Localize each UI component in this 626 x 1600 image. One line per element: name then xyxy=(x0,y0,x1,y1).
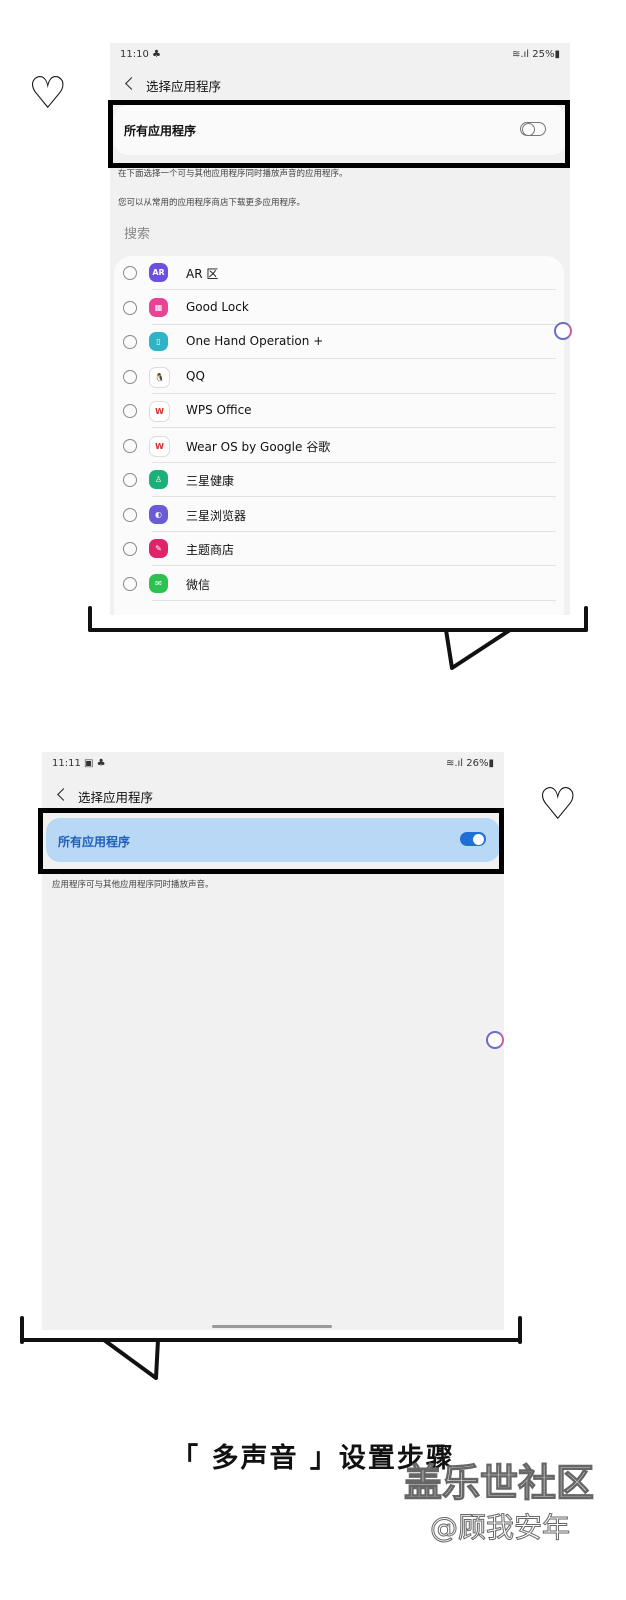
app-list-item[interactable]: ✎ 主题商店 xyxy=(114,532,564,566)
radio-button[interactable] xyxy=(123,438,137,453)
app-list-item[interactable]: 🐧 QQ xyxy=(114,360,564,394)
floating-assistant-icon[interactable] xyxy=(554,322,572,340)
app-list-item[interactable]: ♙ 三星健康 xyxy=(114,463,564,497)
app-name: Good Lock xyxy=(186,299,249,314)
app-name: 主题商店 xyxy=(186,543,235,557)
description-text: 在下面选择一个可与其他应用程序同时播放声音的应用程序。 xyxy=(118,169,348,179)
qq-penguin-icon: 🐧 xyxy=(149,366,170,388)
status-time: 11:10 ♣ xyxy=(120,49,161,60)
radio-button[interactable] xyxy=(123,404,137,418)
wechat-icon: ✉ xyxy=(149,573,168,593)
radio-button[interactable] xyxy=(123,369,137,384)
page-title: 选择应用程序 xyxy=(78,790,154,805)
samsung-internet-icon: ◐ xyxy=(149,504,168,524)
app-name: 三星浏览器 xyxy=(186,508,247,523)
description-text: 应用程序可与其他应用程序同时播放声音。 xyxy=(52,880,214,890)
bracket-doodle xyxy=(22,1338,522,1342)
app-list-item[interactable]: ▦ Good Lock xyxy=(114,291,564,325)
highlight-frame xyxy=(38,808,504,874)
app-list-item[interactable]: AR AR 区 xyxy=(114,256,564,290)
app-name: AR 区 xyxy=(186,267,219,281)
one-hand-operation-icon: ▯ xyxy=(149,332,168,351)
app-list-item[interactable]: ◐ 三星浏览器 xyxy=(114,498,564,532)
radio-button[interactable] xyxy=(123,576,137,591)
status-time: 11:11 ▣ ♣ xyxy=(52,758,106,769)
watermark-author: @顾我安年 xyxy=(429,1511,571,1545)
speech-tail-doodle xyxy=(102,1338,160,1380)
ar-zone-icon: AR xyxy=(149,263,168,282)
theme-store-icon: ✎ xyxy=(149,539,168,558)
status-bar: 11:10 ♣ ≋.ıl 25%▮ xyxy=(120,49,560,63)
app-name: 微信 xyxy=(186,577,211,592)
app-list-item[interactable]: W Wear OS by Google 谷歌 xyxy=(114,429,564,463)
search-input[interactable]: 搜索 xyxy=(124,223,150,242)
good-lock-icon: ▦ xyxy=(149,297,168,317)
app-list-item[interactable]: ✉ 微信 xyxy=(114,567,564,601)
app-list-item[interactable]: ▯ One Hand Operation + xyxy=(114,325,564,359)
app-list: AR AR 区 ▦ Good Lock ▯ One Hand Operation + 🐧 QQ… xyxy=(114,256,564,615)
radio-button[interactable] xyxy=(123,507,137,522)
watermark-brand: 盖乐世社区 xyxy=(403,1460,595,1505)
divider xyxy=(152,599,556,601)
bracket-doodle xyxy=(88,606,92,632)
radio-button[interactable] xyxy=(123,335,137,349)
radio-button[interactable] xyxy=(123,542,137,556)
app-name: Wear OS by Google 谷歌 xyxy=(186,439,331,454)
radio-button[interactable] xyxy=(123,266,137,280)
home-indicator xyxy=(212,1325,332,1328)
app-list-item[interactable]: W WPS Office xyxy=(114,394,564,428)
bracket-doodle xyxy=(518,1316,522,1344)
app-name: 三星健康 xyxy=(186,474,235,488)
heart-doodle-icon: ♡ xyxy=(28,68,68,119)
back-arrow-icon[interactable] xyxy=(54,786,70,804)
heart-doodle-icon: ♡ xyxy=(538,779,578,830)
radio-button[interactable] xyxy=(123,473,137,487)
status-indicators: ≋.ıl 26%▮ xyxy=(445,758,494,769)
speech-tail-doodle xyxy=(444,628,512,670)
status-indicators: ≋.ıl 25%▮ xyxy=(511,49,560,60)
hint-text: 您可以从常用的应用程序商店下载更多应用程序。 xyxy=(118,198,306,208)
app-name: WPS Office xyxy=(186,403,252,417)
page-title: 选择应用程序 xyxy=(146,79,222,94)
floating-assistant-icon[interactable] xyxy=(486,1031,504,1049)
back-arrow-icon[interactable] xyxy=(122,75,138,93)
app-bar: 选择应用程序 xyxy=(110,73,570,103)
highlight-frame xyxy=(108,100,570,168)
wps-office-icon: W xyxy=(149,401,170,422)
samsung-health-icon: ♙ xyxy=(149,470,168,489)
bracket-doodle xyxy=(584,606,588,632)
status-bar: 11:11 ▣ ♣ ≋.ıl 26%▮ xyxy=(52,758,494,772)
app-name: QQ xyxy=(186,368,205,383)
radio-button[interactable] xyxy=(123,300,137,315)
bracket-doodle xyxy=(20,1316,24,1344)
app-name: One Hand Operation + xyxy=(186,334,324,348)
wear-os-icon: W xyxy=(149,435,170,457)
